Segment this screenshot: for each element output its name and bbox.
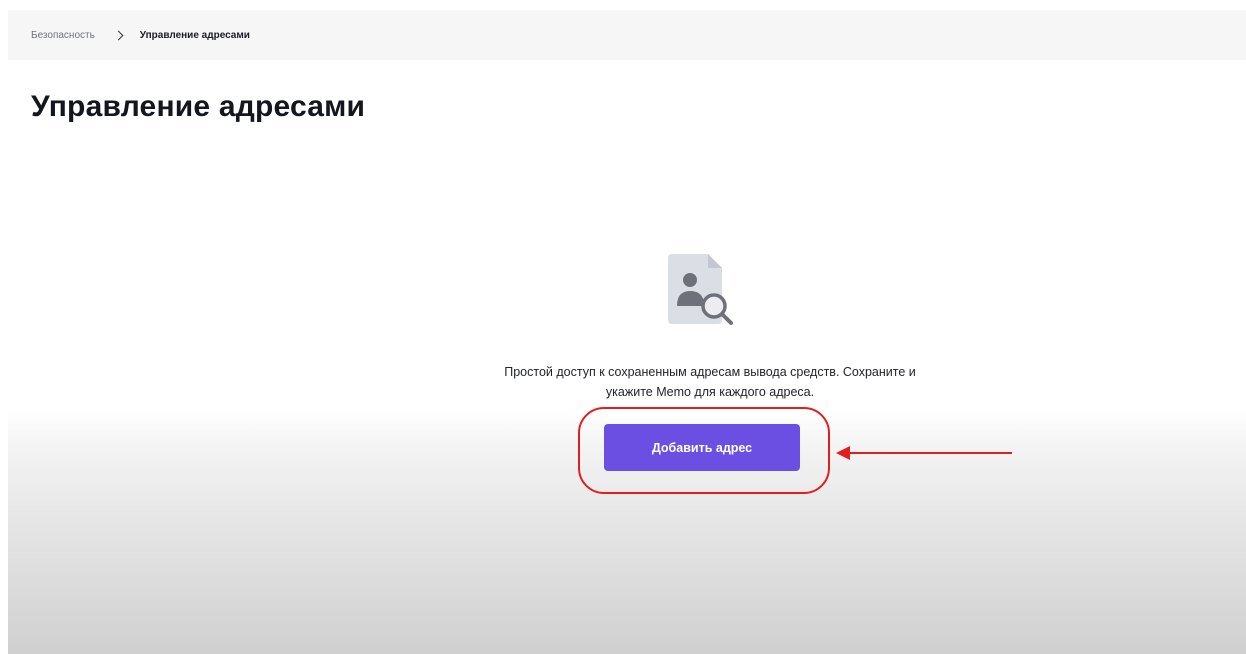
empty-state-description: Простой доступ к сохраненным адресам выв… bbox=[400, 362, 1020, 402]
description-line-1: Простой доступ к сохраненным адресам выв… bbox=[504, 365, 916, 379]
highlight-annotation-ring bbox=[578, 407, 830, 494]
breadcrumb-item-current: Управление адресами bbox=[139, 29, 250, 41]
address-book-search-icon bbox=[668, 254, 733, 325]
breadcrumb: Безопасность Управление адресами bbox=[8, 10, 1246, 60]
page-title: Управление адресами bbox=[31, 90, 366, 123]
description-line-2: укажите Memo для каждого адреса. bbox=[605, 385, 815, 399]
arrow-left-annotation-icon bbox=[836, 446, 1012, 460]
page-frame: Безопасность Управление адресами Управле… bbox=[8, 10, 1246, 654]
chevron-right-icon bbox=[113, 30, 124, 40]
breadcrumb-item-security[interactable]: Безопасность bbox=[31, 30, 95, 41]
